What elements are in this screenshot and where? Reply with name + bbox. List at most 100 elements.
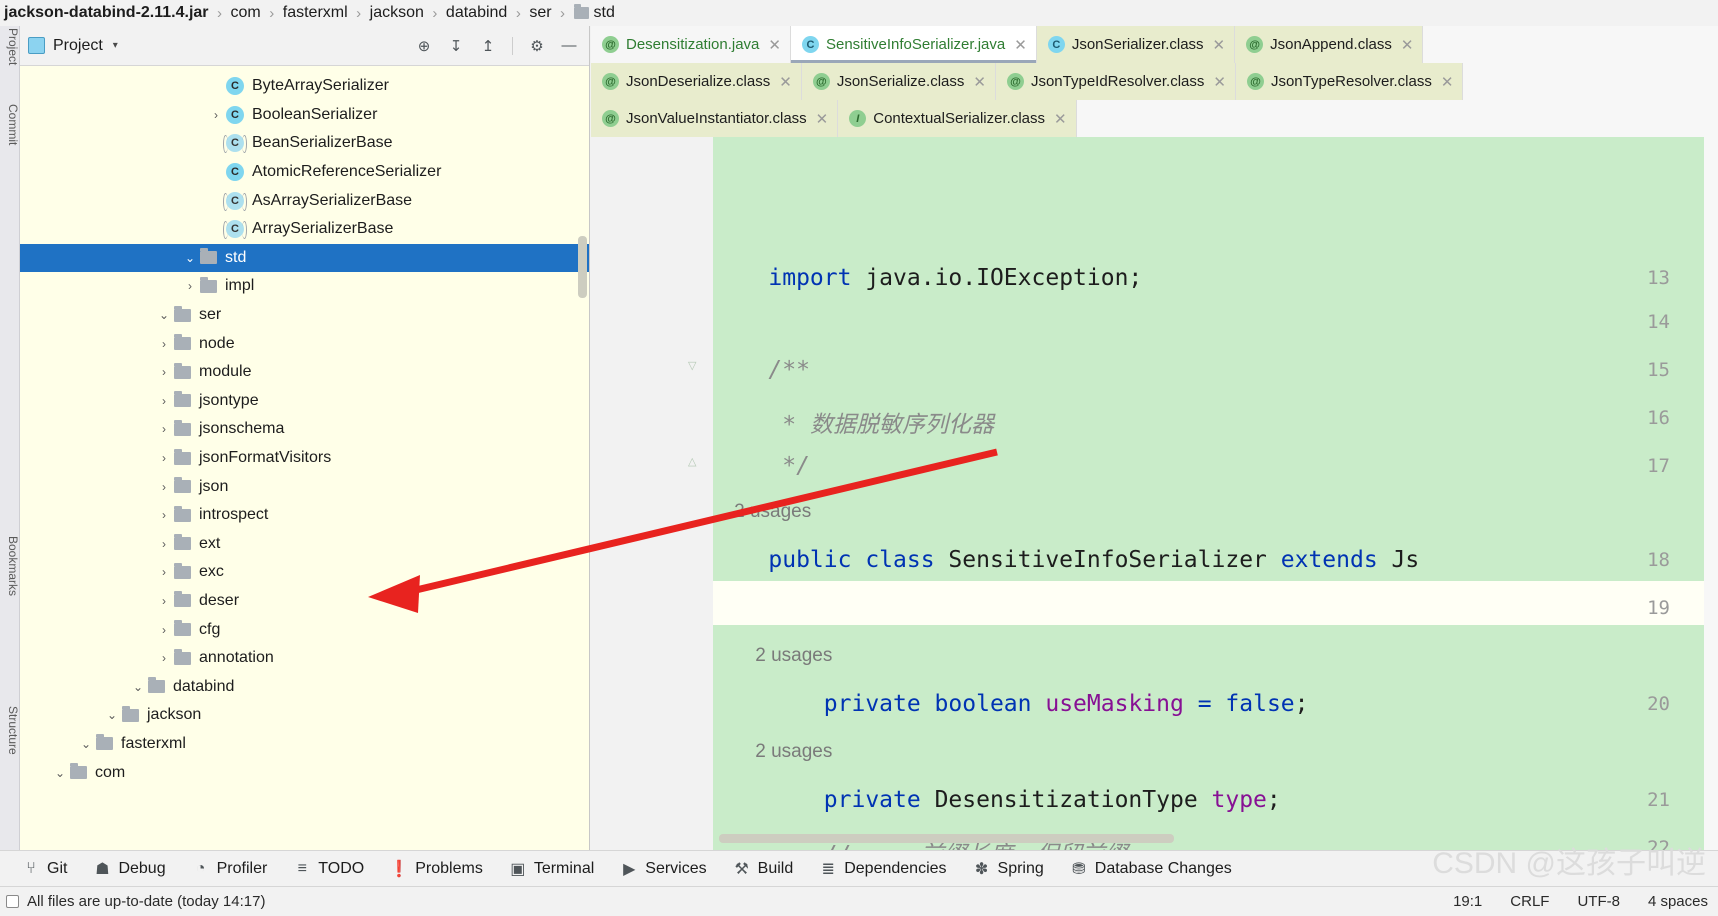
tool-window-button-project[interactable]: Project <box>0 28 20 65</box>
chevron-right-icon[interactable]: › <box>154 422 174 436</box>
tree-node-jsonschema[interactable]: › jsonschema <box>20 415 589 444</box>
close-icon[interactable]: ✕ <box>973 73 986 91</box>
tree-node-cfg[interactable]: › cfg <box>20 615 589 644</box>
code-fold-marker[interactable]: △ <box>688 455 701 468</box>
bottom-tool-terminal[interactable]: ▣ Terminal <box>509 860 594 878</box>
close-icon[interactable]: ✕ <box>1014 36 1027 54</box>
chevron-right-icon[interactable]: › <box>154 537 174 551</box>
project-panel-title[interactable]: Project <box>53 37 103 55</box>
bottom-tool-profiler[interactable]: ◔ Profiler <box>192 860 268 878</box>
tree-node-std[interactable]: ⌄ std <box>20 243 589 273</box>
bottom-tool-database-changes[interactable]: ⛃ Database Changes <box>1070 860 1232 878</box>
close-icon[interactable]: ✕ <box>779 73 792 91</box>
tree-node-beanserializerbase[interactable]: ›CBeanSerializerBase <box>20 129 589 158</box>
tree-node-booleanserializer[interactable]: › C BooleanSerializer <box>20 101 589 130</box>
editor-tab-sensitiveinfoserializer-java[interactable]: C SensitiveInfoSerializer.java ✕ <box>790 26 1037 63</box>
indent-setting[interactable]: 4 spaces <box>1648 893 1708 910</box>
tool-window-button-commit[interactable]: Commit <box>0 104 20 145</box>
collapse-all-icon[interactable]: ↥ <box>476 34 500 58</box>
chevron-down-icon[interactable]: ⌄ <box>102 708 122 722</box>
code-editor[interactable]: 13 14 15 16 17 18 19 20 21 22 ▽ △ import java.io.I… <box>591 137 1718 850</box>
tree-node-ext[interactable]: › ext <box>20 530 589 559</box>
tree-node-atomicreferenceserializer[interactable]: ›CAtomicReferenceSerializer <box>20 158 589 187</box>
chevron-right-icon[interactable]: › <box>154 394 174 408</box>
status-checkbox-icon[interactable] <box>6 895 19 908</box>
breadcrumb-item-std[interactable]: std <box>573 4 615 22</box>
tree-node-bytearrayserializer[interactable]: ›CByteArraySerializer <box>20 72 589 101</box>
breadcrumb-item-com[interactable]: com <box>231 4 261 22</box>
chevron-right-icon[interactable]: › <box>180 279 200 293</box>
tree-node-introspect[interactable]: › introspect <box>20 501 589 530</box>
close-icon[interactable]: ✕ <box>768 36 781 54</box>
breadcrumb-jar[interactable]: jackson-databind-2.11.4.jar <box>4 4 209 22</box>
tree-node-jsontype[interactable]: › jsontype <box>20 387 589 416</box>
usages-inlay-hint[interactable]: 2 usages <box>713 741 832 763</box>
tree-node-annotation[interactable]: › annotation <box>20 644 589 673</box>
chevron-right-icon[interactable]: › <box>154 651 174 665</box>
chevron-right-icon[interactable]: › <box>154 365 174 379</box>
settings-gear-icon[interactable]: ⚙ <box>525 34 549 58</box>
chevron-right-icon[interactable]: › <box>154 337 174 351</box>
close-icon[interactable]: ✕ <box>1401 36 1414 54</box>
editor-tab-jsonappend-class[interactable]: @ JsonAppend.class ✕ <box>1235 26 1424 63</box>
editor-gutter[interactable] <box>591 137 713 850</box>
tool-window-button-bookmarks[interactable]: Bookmarks <box>0 536 20 596</box>
chevron-down-icon[interactable]: ⌄ <box>128 680 148 694</box>
tree-node-ser[interactable]: ⌄ ser <box>20 301 589 330</box>
chevron-right-icon[interactable]: › <box>154 565 174 579</box>
tree-node-com[interactable]: ⌄ com <box>20 758 589 787</box>
project-tree[interactable]: ›CByteArraySerializer›CBooleanSerializer… <box>20 66 589 850</box>
bottom-tool-services[interactable]: ▶ Services <box>620 860 707 878</box>
tree-node-module[interactable]: › module <box>20 358 589 387</box>
project-tree-scrollbar[interactable] <box>578 236 587 298</box>
tree-node-node[interactable]: › node <box>20 329 589 358</box>
editor-tab-jsonserializer-class[interactable]: C JsonSerializer.class ✕ <box>1036 26 1236 63</box>
tree-node-arrayserializerbase[interactable]: ›CArraySerializerBase <box>20 215 589 244</box>
chevron-right-icon[interactable]: › <box>154 594 174 608</box>
chevron-right-icon[interactable]: › <box>154 480 174 494</box>
chevron-down-icon[interactable]: ▾ <box>113 40 118 51</box>
editor-tab-desensitization-java[interactable]: @ Desensitization.java ✕ <box>591 26 791 63</box>
tree-node-databind[interactable]: ⌄ databind <box>20 672 589 701</box>
bottom-tool-git[interactable]: ⑂ Git <box>22 860 67 878</box>
editor-tab-jsontypeidresolver-class[interactable]: @ JsonTypeIdResolver.class ✕ <box>995 63 1236 100</box>
chevron-down-icon[interactable]: ⌄ <box>180 251 200 265</box>
editor-tab-jsonvalueinstantiator-class[interactable]: @ JsonValueInstantiator.class ✕ <box>591 100 839 137</box>
bottom-tool-dependencies[interactable]: ≣ Dependencies <box>819 860 947 878</box>
tree-node-fasterxml[interactable]: ⌄ fasterxml <box>20 730 589 759</box>
bottom-tool-debug[interactable]: ☗ Debug <box>93 860 165 878</box>
locate-icon[interactable]: ⊕ <box>412 34 436 58</box>
close-icon[interactable]: ✕ <box>1054 110 1067 128</box>
bottom-tool-problems[interactable]: ❗ Problems <box>389 860 483 878</box>
close-icon[interactable]: ✕ <box>1213 36 1226 54</box>
tree-node-deser[interactable]: › deser <box>20 587 589 616</box>
editor-tab-jsondeserialize-class[interactable]: @ JsonDeserialize.class ✕ <box>591 63 802 100</box>
tool-window-button-structure[interactable]: Structure <box>0 706 20 755</box>
hide-panel-icon[interactable]: — <box>557 34 581 58</box>
editor-horizontal-scrollbar[interactable] <box>719 834 1174 843</box>
tree-node-jsonformatvisitors[interactable]: › jsonFormatVisitors <box>20 444 589 473</box>
breadcrumb-item-fasterxml[interactable]: fasterxml <box>283 4 348 22</box>
chevron-right-icon[interactable]: › <box>154 451 174 465</box>
close-icon[interactable]: ✕ <box>1441 73 1454 91</box>
usages-inlay-hint[interactable]: 2 usages <box>713 501 811 523</box>
chevron-right-icon[interactable]: › <box>154 508 174 522</box>
chevron-down-icon[interactable]: ⌄ <box>154 308 174 322</box>
chevron-down-icon[interactable]: ⌄ <box>76 737 96 751</box>
encoding[interactable]: UTF-8 <box>1577 893 1620 910</box>
breadcrumb-item-jackson[interactable]: jackson <box>370 4 424 22</box>
code-fold-marker[interactable]: ▽ <box>688 359 701 372</box>
editor-tab-jsontyperesolver-class[interactable]: @ JsonTypeResolver.class ✕ <box>1235 63 1464 100</box>
bottom-tool-build[interactable]: ⚒ Build <box>733 860 793 878</box>
line-separator[interactable]: CRLF <box>1510 893 1549 910</box>
tree-node-impl[interactable]: › impl <box>20 272 589 301</box>
editor-tab-jsonserialize-class[interactable]: @ JsonSerialize.class ✕ <box>801 63 996 100</box>
chevron-right-icon[interactable]: › <box>154 623 174 637</box>
chevron-down-icon[interactable]: ⌄ <box>50 766 70 780</box>
tree-node-json[interactable]: › json <box>20 472 589 501</box>
tree-node-asarrayserializerbase[interactable]: ›CAsArraySerializerBase <box>20 186 589 215</box>
close-icon[interactable]: ✕ <box>816 110 829 128</box>
breadcrumb-item-ser[interactable]: ser <box>529 4 551 22</box>
breadcrumb-item-databind[interactable]: databind <box>446 4 507 22</box>
chevron-right-icon[interactable]: › <box>206 108 226 122</box>
